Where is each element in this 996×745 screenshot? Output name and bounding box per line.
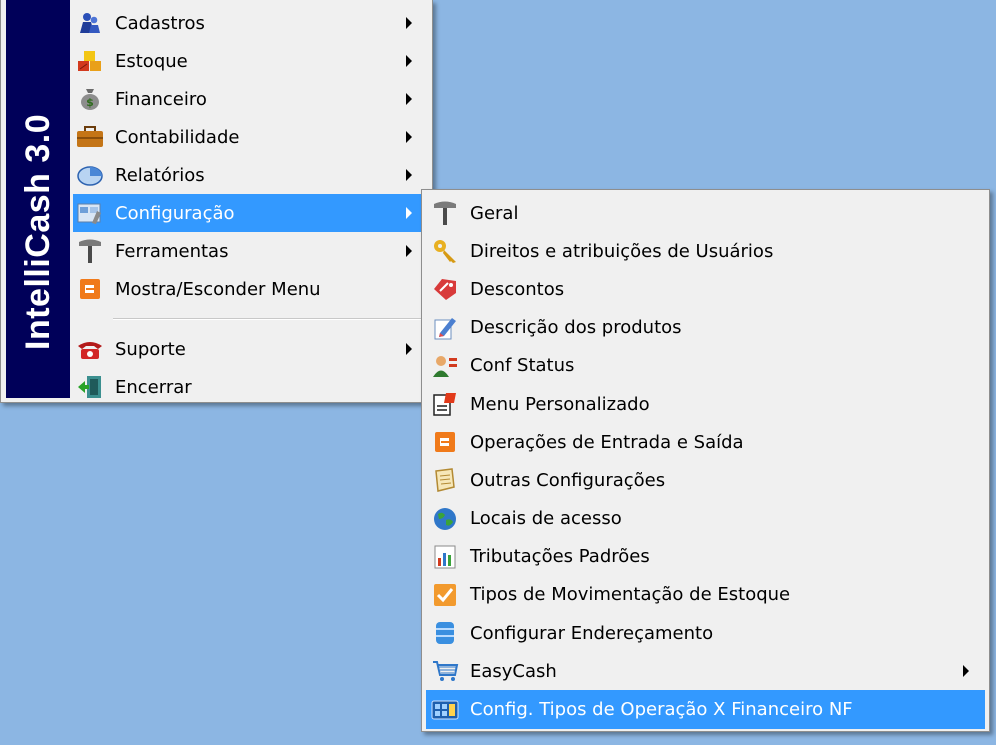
price-tag-icon [428, 274, 462, 304]
submenu-label: EasyCash [470, 660, 557, 682]
menu-label: Suporte [115, 338, 186, 360]
brand-sidebar: IntelliCash 3.0 [6, 0, 70, 398]
submenu-item-tributacoes[interactable]: Tributações Padrões [426, 538, 985, 576]
submenu-label: Descontos [470, 278, 565, 300]
toggle-menu-icon [73, 274, 107, 304]
menu-item-ferramentas[interactable]: Ferramentas [73, 232, 428, 270]
submenu-item-config-tipos-operacao-financeiro[interactable]: Config. Tipos de Operação X Financeiro N… [426, 690, 985, 729]
submenu-item-conf-status[interactable]: Conf Status [426, 347, 985, 385]
menu-label: Contabilidade [115, 126, 240, 148]
submenu-label: Configurar Endereçamento [470, 622, 714, 644]
brand-title: IntelliCash 3.0 [19, 113, 57, 350]
hammer-icon [428, 198, 462, 228]
menu-item-configuracao[interactable]: Configuração [73, 194, 428, 232]
submenu-item-descontos[interactable]: Descontos [426, 270, 985, 308]
submenu-label: Operações de Entrada e Saída [470, 431, 744, 453]
menu-item-encerrar[interactable]: Encerrar [73, 368, 428, 406]
submenu-arrow-icon [406, 245, 412, 257]
menu-item-contabilidade[interactable]: Contabilidade [73, 118, 428, 156]
submenu-item-menu-personalizado[interactable]: Menu Personalizado [426, 385, 985, 423]
custom-menu-icon [428, 389, 462, 419]
submenu-label: Conf Status [470, 355, 575, 377]
submenu-arrow-icon [406, 55, 412, 67]
people-icon [73, 8, 107, 38]
submenu-arrow-icon [406, 169, 412, 181]
edit-document-icon [428, 313, 462, 343]
svg-text:$: $ [86, 96, 94, 109]
submenu-label: Tributações Padrões [470, 546, 650, 568]
submenu-item-configurar-enderecamento[interactable]: Configurar Endereçamento [426, 614, 985, 652]
menu-label: Encerrar [115, 376, 192, 398]
submenu-item-operacoes[interactable]: Operações de Entrada e Saída [426, 423, 985, 461]
submenu-item-tipos-movimentacao[interactable]: Tipos de Movimentação de Estoque [426, 576, 985, 614]
submenu-item-geral[interactable]: Geral [426, 194, 985, 232]
menu-separator [113, 318, 424, 320]
pie-chart-icon [73, 160, 107, 190]
menu-label: Mostra/Esconder Menu [115, 278, 321, 300]
user-status-icon [428, 351, 462, 381]
checkbox-icon [428, 580, 462, 610]
submenu-arrow-icon [406, 343, 412, 355]
hammer-icon [73, 236, 107, 266]
main-menu-list: Cadastros Estoque $ Financeiro Contabili… [73, 4, 428, 406]
tax-chart-icon [428, 542, 462, 572]
submenu-label: Direitos e atribuições de Usuários [470, 240, 774, 262]
submenu-arrow-icon [406, 207, 412, 219]
menu-label: Ferramentas [115, 240, 229, 262]
menu-item-estoque[interactable]: Estoque [73, 42, 428, 80]
config-icon [73, 198, 107, 228]
menu-item-suporte[interactable]: Suporte [73, 330, 428, 368]
menu-label: Relatórios [115, 164, 205, 186]
submenu-label: Descrição dos produtos [470, 317, 682, 339]
submenu-label: Config. Tipos de Operação X Financeiro N… [470, 699, 853, 721]
telephone-icon [73, 334, 107, 364]
submenu-list: Geral Direitos e atribuições de Usuários [426, 194, 985, 729]
operations-icon [428, 427, 462, 457]
briefcase-icon [73, 122, 107, 152]
submenu-label: Geral [470, 202, 519, 224]
submenu-arrow-icon [406, 17, 412, 29]
menu-label: Configuração [115, 202, 235, 224]
calculator-icon [428, 695, 462, 725]
configuracao-submenu: Geral Direitos e atribuições de Usuários [421, 189, 990, 732]
key-icon [428, 236, 462, 266]
exit-door-icon [73, 372, 107, 402]
submenu-arrow-icon [963, 665, 969, 678]
scroll-icon [428, 465, 462, 495]
menu-label: Cadastros [115, 12, 205, 34]
database-icon [428, 618, 462, 648]
menu-item-financeiro[interactable]: $ Financeiro [73, 80, 428, 118]
submenu-item-outras-configuracoes[interactable]: Outras Configurações [426, 461, 985, 499]
submenu-label: Locais de acesso [470, 508, 622, 530]
submenu-item-locais-acesso[interactable]: Locais de acesso [426, 500, 985, 538]
menu-item-cadastros[interactable]: Cadastros [73, 4, 428, 42]
money-bag-icon: $ [73, 84, 107, 114]
submenu-item-direitos[interactable]: Direitos e atribuições de Usuários [426, 232, 985, 270]
main-menu: IntelliCash 3.0 Cadastros Estoque $ Fina… [0, 0, 433, 403]
submenu-arrow-icon [406, 131, 412, 143]
globe-icon [428, 504, 462, 534]
boxes-icon [73, 46, 107, 76]
menu-item-mostra-esconder[interactable]: Mostra/Esconder Menu [73, 270, 428, 308]
submenu-label: Tipos de Movimentação de Estoque [470, 584, 791, 606]
submenu-label: Menu Personalizado [470, 393, 650, 415]
menu-label: Estoque [115, 50, 188, 72]
cart-icon [428, 656, 462, 686]
submenu-item-easycash[interactable]: EasyCash [426, 652, 985, 690]
submenu-item-descricao-produtos[interactable]: Descrição dos produtos [426, 309, 985, 347]
menu-label: Financeiro [115, 88, 207, 110]
menu-item-relatorios[interactable]: Relatórios [73, 156, 428, 194]
submenu-arrow-icon [406, 93, 412, 105]
submenu-label: Outras Configurações [470, 469, 666, 491]
